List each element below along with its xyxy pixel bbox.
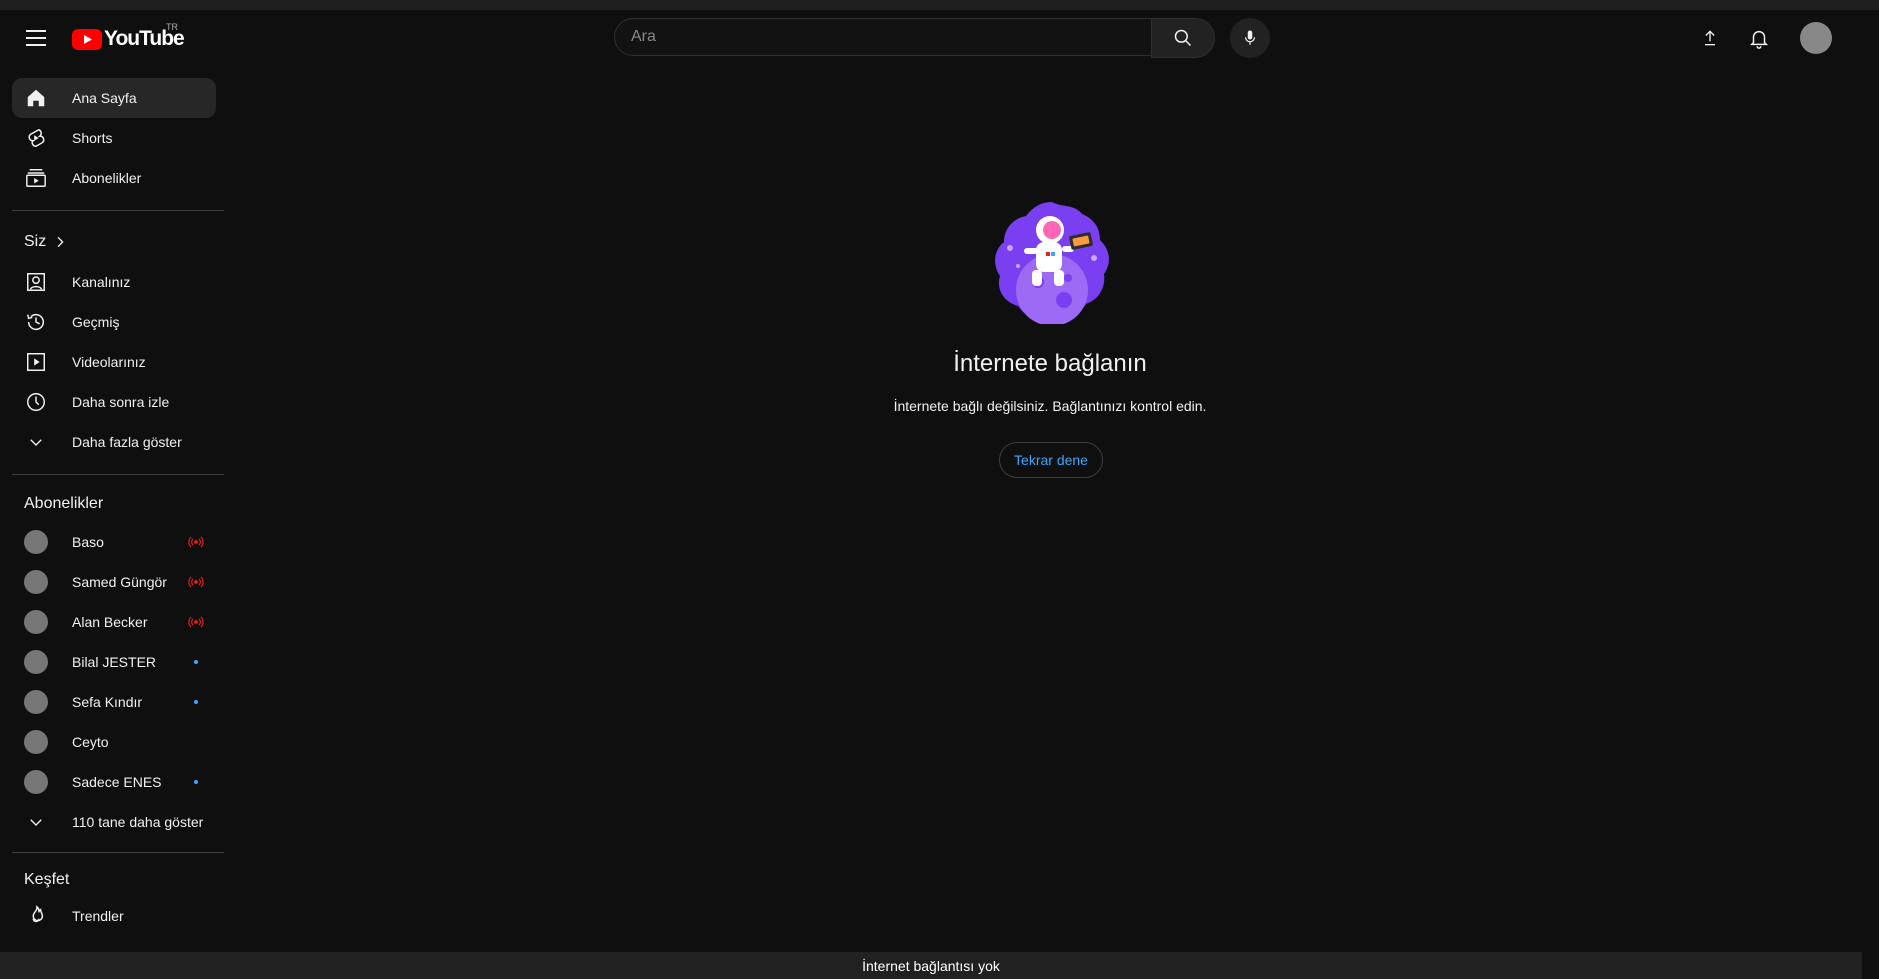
subscription-item[interactable]: Sefa Kındır xyxy=(12,682,216,722)
sidebar: Ana Sayfa Shorts Abonelikler Siz Kanalın… xyxy=(0,66,224,952)
upload-icon xyxy=(1705,30,1715,46)
bell-icon xyxy=(1749,30,1769,49)
chevron-down-icon xyxy=(24,430,48,454)
subscription-item[interactable]: Sadece ENES xyxy=(12,762,216,802)
sidebar-item-your-channel[interactable]: Kanalınız xyxy=(12,262,216,302)
sidebar-divider xyxy=(12,210,224,211)
channel-avatar xyxy=(24,730,48,754)
sidebar-item-label: Trendler xyxy=(72,908,124,924)
channel-avatar xyxy=(24,570,48,594)
history-icon xyxy=(24,310,48,334)
sidebar-item-shorts[interactable]: Shorts xyxy=(12,118,216,158)
shorts-icon xyxy=(24,126,48,150)
youtube-play-icon xyxy=(72,28,102,50)
sidebar-item-home[interactable]: Ana Sayfa xyxy=(12,78,216,118)
sidebar-item-your-videos[interactable]: Videolarınız xyxy=(12,342,216,382)
channel-name: Alan Becker xyxy=(72,614,148,630)
sidebar-item-subscriptions[interactable]: Abonelikler xyxy=(12,158,216,198)
channel-avatar xyxy=(24,770,48,794)
microphone-icon xyxy=(1244,30,1256,45)
top-strip xyxy=(0,0,1879,10)
sidebar-item-show-more-subscriptions[interactable]: 110 tane daha göster xyxy=(12,802,216,842)
trending-icon xyxy=(24,904,48,928)
offline-status-text: İnternet bağlantısı yok xyxy=(862,957,1000,974)
sidebar-divider xyxy=(12,852,224,853)
sidebar-item-label: Geçmiş xyxy=(72,314,120,330)
live-icon xyxy=(188,616,204,628)
offline-title: İnternete bağlanın xyxy=(953,350,1147,377)
subscriptions-section-title: Abonelikler xyxy=(24,495,103,513)
subscription-item[interactable]: Bilal JESTER xyxy=(12,642,216,682)
sidebar-item-label: 110 tane daha göster xyxy=(72,814,204,830)
astronaut-illustration xyxy=(995,202,1109,324)
channel-name: Sadece ENES xyxy=(72,774,162,790)
subscription-item[interactable]: Samed Güngör xyxy=(12,562,216,602)
search-input[interactable] xyxy=(614,18,1152,56)
sidebar-item-label: Daha sonra izle xyxy=(72,394,170,410)
channel-name: Bilal JESTER xyxy=(72,654,157,670)
your-channel-icon xyxy=(24,270,48,294)
sidebar-item-watch-later[interactable]: Daha sonra izle xyxy=(12,382,216,422)
new-content-dot xyxy=(194,700,198,704)
explore-section-title: Keşfet xyxy=(24,871,69,889)
sidebar-item-label: Shorts xyxy=(72,130,113,146)
subscription-item[interactable]: Ceyto xyxy=(12,722,216,762)
channel-name: Samed Güngör xyxy=(72,574,167,590)
offline-description: İnternete bağlı değilsiniz. Bağlantınızı… xyxy=(893,398,1207,414)
sidebar-item-label: Ana Sayfa xyxy=(72,90,137,106)
you-section-title: Siz xyxy=(24,233,47,250)
live-icon xyxy=(188,576,204,588)
your-videos-icon xyxy=(24,350,48,374)
menu-icon-bar xyxy=(26,30,46,32)
sidebar-item-show-more[interactable]: Daha fazla göster xyxy=(12,422,216,462)
upload-button[interactable] xyxy=(1690,18,1730,58)
account-avatar[interactable] xyxy=(1800,22,1832,54)
watch-later-icon xyxy=(24,390,48,414)
live-icon xyxy=(188,536,204,548)
channel-avatar xyxy=(24,650,48,674)
country-code: TR xyxy=(166,22,178,32)
subscriptions-title-text: Abonelikler xyxy=(24,495,104,512)
menu-button[interactable] xyxy=(20,26,52,50)
explore-title-text: Keşfet xyxy=(24,871,70,888)
masthead: YouTube TR xyxy=(0,10,1879,66)
sidebar-item-label: Kanalınız xyxy=(72,274,131,290)
new-content-dot xyxy=(194,660,198,664)
sidebar-item-label: Videolarınız xyxy=(72,354,146,370)
new-content-dot xyxy=(194,780,198,784)
menu-icon-bar xyxy=(26,44,46,46)
channel-avatar xyxy=(24,690,48,714)
menu-icon-bar xyxy=(26,37,46,39)
channel-avatar xyxy=(24,610,48,634)
channel-name: Ceyto xyxy=(72,734,109,750)
you-section-header[interactable]: Siz xyxy=(24,233,68,251)
sidebar-item-trending[interactable]: Trendler xyxy=(12,896,216,936)
search-box xyxy=(614,18,1215,58)
sidebar-item-label: Abonelikler xyxy=(72,170,142,186)
channel-name: Sefa Kındır xyxy=(72,694,143,710)
chevron-right-icon xyxy=(57,236,64,248)
chevron-down-icon xyxy=(24,810,48,834)
voice-search-button[interactable] xyxy=(1230,18,1270,58)
search-button[interactable] xyxy=(1151,18,1215,58)
notifications-button[interactable] xyxy=(1739,18,1779,58)
sidebar-item-history[interactable]: Geçmiş xyxy=(12,302,216,342)
page-scrollbar[interactable] xyxy=(1862,66,1879,979)
search-icon xyxy=(1174,29,1192,47)
retry-button[interactable]: Tekrar dene xyxy=(999,442,1103,478)
subscriptions-icon xyxy=(24,166,48,190)
offline-status-bar: İnternet bağlantısı yok xyxy=(0,952,1862,979)
subscription-item[interactable]: Alan Becker xyxy=(12,602,216,642)
subscription-item[interactable]: Baso xyxy=(12,522,216,562)
sidebar-item-label: Daha fazla göster xyxy=(72,434,182,450)
channel-name: Baso xyxy=(72,534,104,550)
channel-avatar xyxy=(24,530,48,554)
sidebar-divider xyxy=(12,474,224,475)
home-icon xyxy=(24,86,48,110)
